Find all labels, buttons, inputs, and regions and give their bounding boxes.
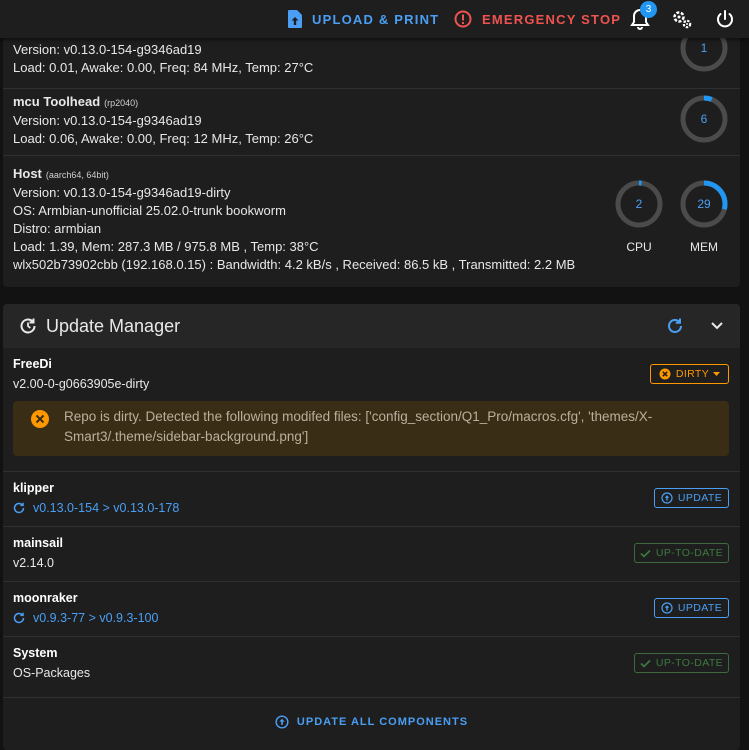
divider [3, 581, 740, 582]
mem-gauge-value: 29 [697, 197, 711, 211]
update-icon [275, 715, 289, 729]
mcu-main-load: Load: 0.01, Awake: 0.00, Freq: 84 MHz, T… [13, 60, 314, 75]
upload-print-label: UPLOAD & PRINT [312, 11, 440, 27]
klipper-update-label: UPDATE [677, 492, 723, 504]
update-icon [661, 602, 673, 614]
mcu-toolhead-load: Load: 0.06, Awake: 0.00, Freq: 12 MHz, T… [13, 131, 314, 146]
power-button[interactable] [713, 8, 737, 30]
mcu-toolhead-name: mcu Toolhead [13, 94, 101, 109]
mcu-main-info: Version: v0.13.0-154-g9346ad19 Load: 0.0… [13, 41, 313, 77]
mcu-main-gauge-value: 1 [701, 41, 708, 55]
history-icon [13, 502, 25, 514]
dirty-repo-message: Repo is dirty. Detected the following mo… [64, 409, 653, 444]
collapse-chevron-icon[interactable] [710, 320, 724, 332]
upload-print-button[interactable]: UPLOAD & PRINT [288, 0, 439, 38]
component-version: v0.13.0-154 > v0.13.0-178 [33, 501, 180, 515]
emergency-stop-label: EMERGENCY STOP [482, 11, 622, 27]
divider [3, 697, 740, 698]
caret-down-icon [713, 371, 721, 376]
notification-count-badge: 3 [640, 1, 657, 18]
mcu-toolhead-version: Version: v0.13.0-154-g9346ad19 [13, 113, 202, 128]
host-load: Load: 1.39, Mem: 287.3 MB / 975.8 MB , T… [13, 239, 319, 254]
host-info: Host (aarch64, 64bit) Version: v0.13.0-15… [13, 165, 575, 274]
host-version: Version: v0.13.0-154-g9346ad19-dirty [13, 185, 231, 200]
divider [3, 526, 740, 527]
component-version: v0.9.3-77 > v0.9.3-100 [33, 611, 159, 625]
component-name: FreeDi [13, 357, 52, 371]
settings-button[interactable] [670, 8, 694, 30]
power-icon [717, 10, 733, 28]
history-icon [13, 612, 25, 624]
mcu-main-version: Version: v0.13.0-154-g9346ad19 [13, 42, 202, 57]
cpu-gauge-value: 2 [636, 197, 643, 211]
update-all-label: UPDATE ALL COMPONENTS [296, 716, 469, 728]
component-system: System OS-Packages [13, 643, 90, 683]
refresh-button[interactable] [666, 317, 684, 335]
update-manager-card: Update Manager FreeDi v2.00-0-g0663905e-… [3, 304, 740, 750]
component-version: OS-Packages [13, 666, 91, 680]
mainsail-up-to-date-badge: UP-TO-DATE [634, 543, 729, 563]
cpu-gauge: 2 [615, 180, 663, 228]
check-icon [640, 549, 651, 558]
moonraker-update-label: UPDATE [677, 602, 723, 614]
cogs-icon [673, 11, 692, 29]
top-bar: UPLOAD & PRINT EMERGENCY STOP 3 [0, 0, 749, 38]
close-circle-icon [659, 368, 671, 380]
system-status-label: UP-TO-DATE [655, 657, 724, 669]
host-os: OS: Armbian-unofficial 25.02.0-trunk boo… [13, 203, 286, 218]
dirty-repo-alert: Repo is dirty. Detected the following mo… [13, 401, 729, 456]
component-moonraker: moonraker v0.9.3-77 > v0.9.3-100 [13, 588, 158, 628]
mem-label: MEM [690, 240, 718, 254]
mainsail-status-label: UP-TO-DATE [655, 547, 724, 559]
update-manager-header: Update Manager [3, 304, 740, 348]
cpu-label: CPU [626, 240, 652, 254]
system-up-to-date-badge: UP-TO-DATE [634, 653, 729, 673]
component-klipper: klipper v0.13.0-154 > v0.13.0-178 [13, 478, 179, 518]
system-loads-card: Version: v0.13.0-154-g9346ad19 Load: 0.0… [3, 0, 740, 287]
component-name: moonraker [13, 591, 78, 605]
host-name: Host [13, 166, 42, 181]
alert-circle-icon [454, 10, 472, 28]
upload-file-icon [288, 10, 302, 28]
divider [3, 636, 740, 637]
mem-gauge: 29 [680, 180, 728, 228]
component-name: mainsail [13, 536, 64, 550]
update-icon [661, 492, 673, 504]
update-manager-title: Update Manager [46, 316, 181, 336]
host-network: wlx502b73902cbb (192.168.0.15) : Bandwid… [13, 257, 576, 272]
mcu-toolhead-gauge: 6 [680, 95, 728, 143]
host-arch: (aarch64, 64bit) [45, 170, 109, 180]
component-name: System [13, 646, 58, 660]
history-icon [20, 318, 36, 334]
divider [3, 88, 740, 89]
update-all-components-button[interactable]: UPDATE ALL COMPONENTS [3, 715, 740, 729]
check-icon [640, 659, 651, 668]
component-name: klipper [13, 481, 54, 495]
mcu-toolhead-chip: (rp2040) [104, 98, 139, 108]
dirty-status-label: DIRTY [675, 368, 710, 380]
component-freedi: FreeDi v2.00-0-g0663905e-dirty [13, 354, 149, 394]
component-mainsail: mainsail v2.14.0 [13, 533, 63, 573]
klipper-update-button[interactable]: UPDATE [654, 488, 729, 508]
component-version: v2.00-0-g0663905e-dirty [13, 377, 150, 391]
mcu-toolhead-gauge-value: 6 [701, 112, 708, 126]
moonraker-update-button[interactable]: UPDATE [654, 598, 729, 618]
emergency-stop-button[interactable]: EMERGENCY STOP [454, 0, 621, 38]
dirty-status-button[interactable]: DIRTY [650, 364, 729, 384]
close-circle-icon [31, 410, 49, 428]
host-distro: Distro: armbian [13, 221, 102, 236]
divider [3, 471, 740, 472]
mcu-toolhead-info: mcu Toolhead (rp2040) Version: v0.13.0-15… [13, 93, 313, 148]
component-version: v2.14.0 [13, 556, 55, 570]
divider [3, 155, 740, 156]
